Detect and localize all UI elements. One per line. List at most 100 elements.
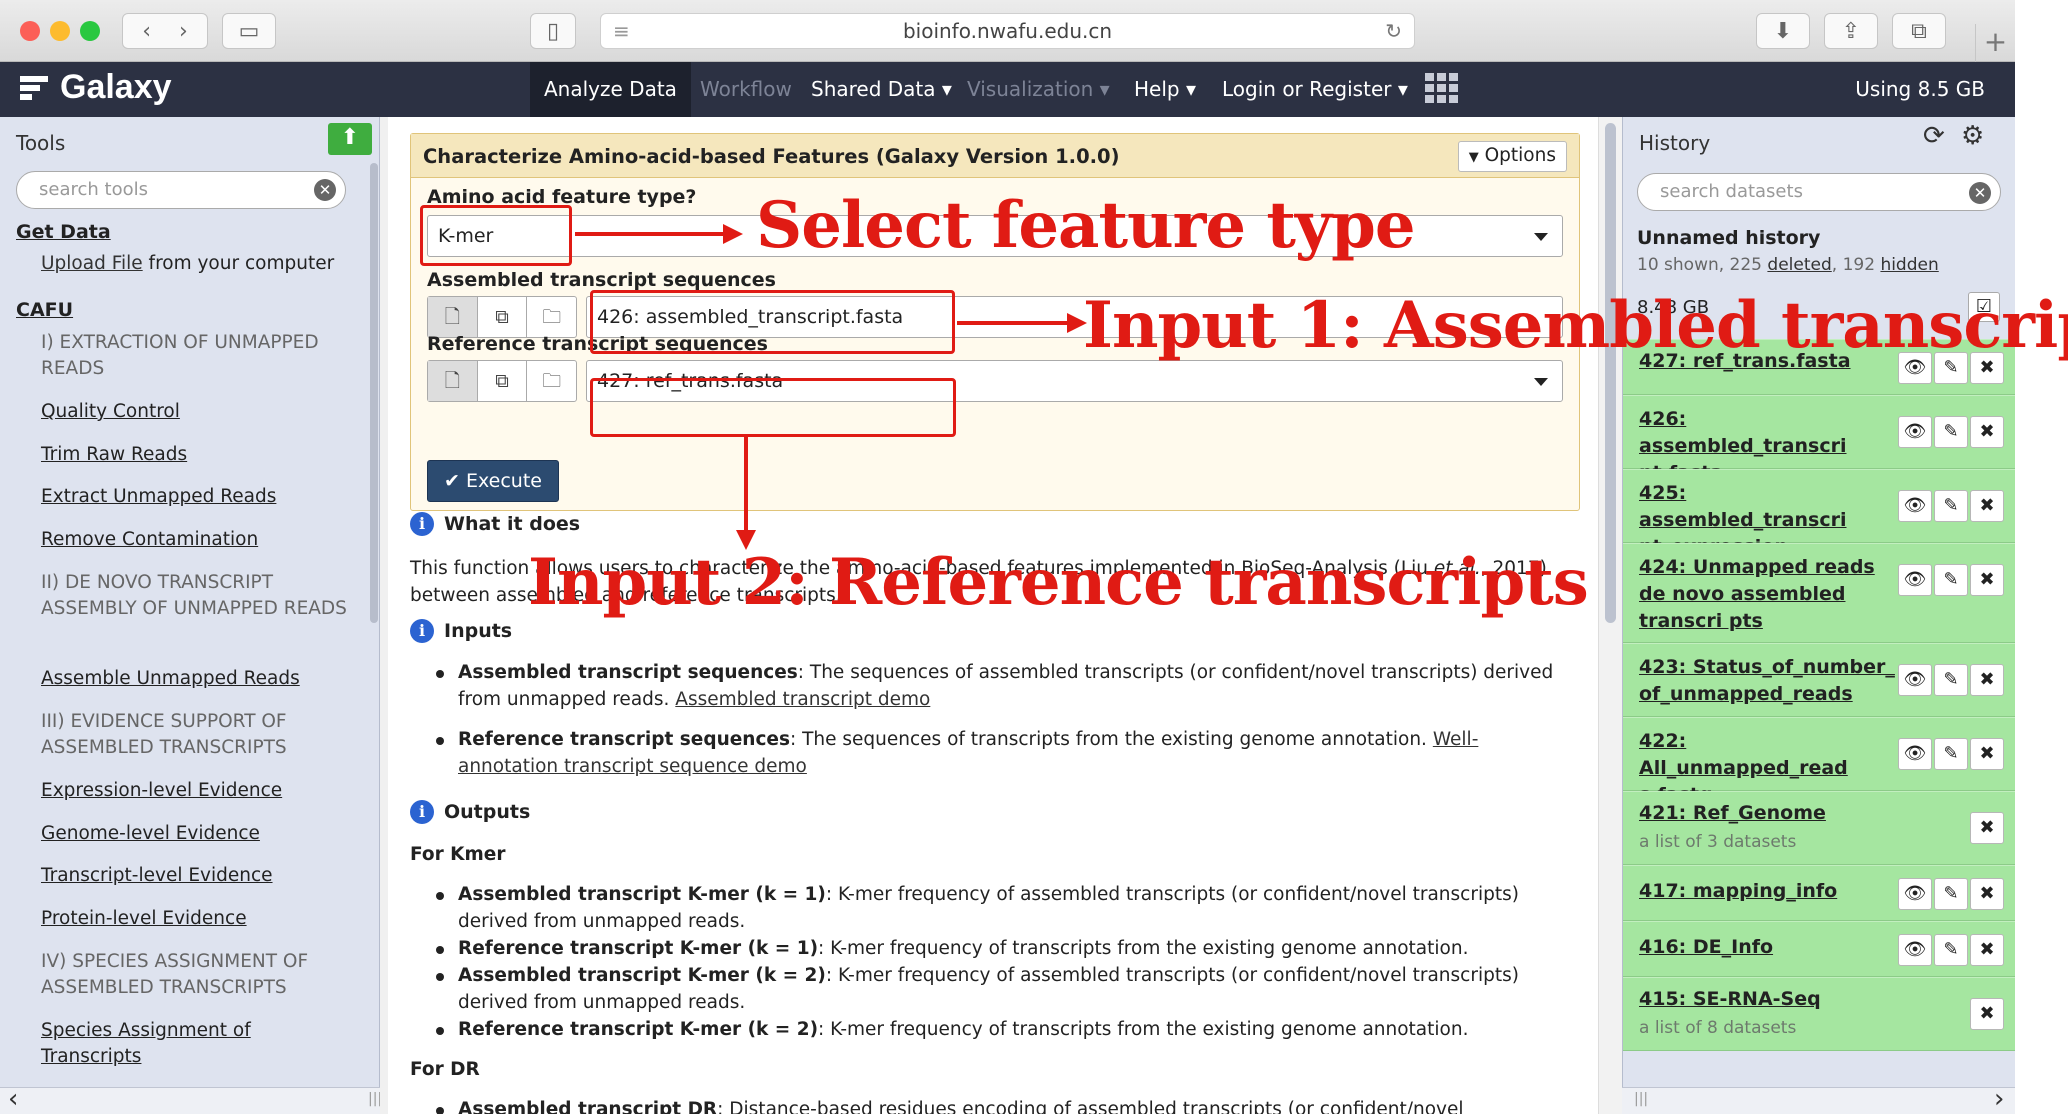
- collection-folder-icon[interactable]: 🗀: [527, 361, 576, 401]
- sidebar-toggle-button[interactable]: ▭: [222, 13, 276, 49]
- collapse-right-icon[interactable]: ›: [1994, 1084, 2004, 1114]
- refresh-icon[interactable]: ⟳: [1923, 121, 1945, 151]
- gear-icon[interactable]: ⚙: [1961, 121, 1984, 151]
- single-dataset-icon[interactable]: 🗋: [428, 361, 478, 401]
- eye-icon[interactable]: 👁: [1898, 664, 1932, 696]
- history-item-title[interactable]: 415: SE-RNA-Seq: [1639, 986, 1821, 1013]
- history-item[interactable]: 417: mapping_info 👁 ✎ ✖: [1623, 865, 2015, 921]
- drag-handle-icon[interactable]: |||: [1634, 1091, 1648, 1107]
- nav-visualization[interactable]: Visualization ▾: [953, 62, 1124, 117]
- zoom-window-button[interactable]: [80, 21, 100, 41]
- section-cafu[interactable]: CAFU: [16, 297, 73, 323]
- tool-genome-evidence[interactable]: Genome-level Evidence: [41, 821, 260, 847]
- reload-icon[interactable]: ↻: [1385, 19, 1402, 43]
- history-item-title[interactable]: 416: DE_Info: [1639, 934, 1773, 961]
- history-item[interactable]: 421: Ref_Genome a list of 3 datasets ✖: [1623, 791, 2015, 865]
- delete-x-icon[interactable]: ✖: [1970, 490, 2004, 522]
- delete-x-icon[interactable]: ✖: [1970, 998, 2004, 1030]
- single-dataset-icon[interactable]: 🗋: [428, 297, 478, 337]
- history-item[interactable]: 426: assembled_transcri pt.fasta👁✎✖: [1623, 395, 2015, 484]
- tool-trim-raw-reads[interactable]: Trim Raw Reads: [41, 442, 187, 468]
- close-window-button[interactable]: [20, 21, 40, 41]
- tabs-button[interactable]: ⧉: [1892, 13, 1946, 49]
- history-item[interactable]: 423: Status_of_number_ of_unmapped_reads…: [1623, 643, 2015, 717]
- downloads-button[interactable]: ⬇: [1756, 13, 1810, 49]
- apps-grid-icon[interactable]: [1425, 73, 1459, 109]
- back-forward-buttons[interactable]: ‹ ›: [122, 13, 208, 49]
- history-name[interactable]: Unnamed history: [1637, 227, 1820, 249]
- multiple-datasets-icon[interactable]: ⧉: [478, 297, 528, 337]
- eye-icon[interactable]: 👁: [1898, 878, 1932, 910]
- tool-quality-control[interactable]: Quality Control: [41, 399, 180, 425]
- history-item[interactable]: 424: Unmapped reads de novo assembled tr…: [1623, 543, 2015, 643]
- new-tab-button[interactable]: +: [1975, 24, 2015, 62]
- pencil-icon[interactable]: ✎: [1934, 664, 1968, 696]
- delete-x-icon[interactable]: ✖: [1970, 878, 2004, 910]
- minimize-window-button[interactable]: [50, 21, 70, 41]
- eye-icon[interactable]: 👁: [1898, 564, 1932, 596]
- eye-icon[interactable]: 👁: [1898, 738, 1932, 770]
- nav-login-register[interactable]: Login or Register ▾: [1208, 62, 1422, 117]
- pencil-icon[interactable]: ✎: [1934, 878, 1968, 910]
- input-mode-group-1[interactable]: 🗋 ⧉ 🗀: [427, 296, 577, 338]
- execute-button[interactable]: ✔ Execute: [427, 460, 559, 502]
- center-scrollbar-thumb[interactable]: [1605, 123, 1616, 623]
- pencil-icon[interactable]: ✎: [1934, 934, 1968, 966]
- history-item[interactable]: 422: All_unmapped_read s.fastq👁✎✖: [1623, 717, 2015, 806]
- tool-species-assignment[interactable]: Species Assignment of Transcripts: [41, 1018, 281, 1070]
- dataset-search-input[interactable]: search datasets: [1637, 173, 2001, 211]
- history-item-title[interactable]: 421: Ref_Genome: [1639, 800, 1826, 827]
- reader-button[interactable]: ▯: [530, 13, 576, 49]
- tool-remove-contamination[interactable]: Remove Contamination: [41, 527, 258, 553]
- pencil-icon[interactable]: ✎: [1934, 738, 1968, 770]
- delete-x-icon[interactable]: ✖: [1970, 934, 2004, 966]
- clear-dataset-search-icon[interactable]: ✕: [1969, 182, 1991, 204]
- share-button[interactable]: ⇪: [1824, 13, 1878, 49]
- tool-expression-evidence[interactable]: Expression-level Evidence: [41, 778, 282, 804]
- hidden-link[interactable]: hidden: [1880, 255, 1938, 275]
- tool-transcript-evidence[interactable]: Transcript-level Evidence: [41, 863, 273, 889]
- deleted-link[interactable]: deleted: [1767, 255, 1831, 275]
- eye-icon[interactable]: 👁: [1898, 416, 1932, 448]
- nav-workflow[interactable]: Workflow: [686, 62, 806, 117]
- nav-analyze-data[interactable]: Analyze Data: [530, 62, 691, 117]
- upload-button[interactable]: ⬆: [328, 123, 372, 155]
- pencil-icon[interactable]: ✎: [1934, 416, 1968, 448]
- tool-search-input[interactable]: search tools: [16, 171, 346, 209]
- options-button[interactable]: ▼ Options: [1457, 141, 1567, 172]
- tool-protein-evidence[interactable]: Protein-level Evidence: [41, 906, 247, 932]
- tool-assemble-unmapped-reads[interactable]: Assemble Unmapped Reads: [41, 666, 300, 692]
- nav-help[interactable]: Help ▾: [1120, 62, 1210, 117]
- history-item-title[interactable]: 423: Status_of_number_ of_unmapped_reads: [1639, 654, 1899, 708]
- galaxy-brand[interactable]: Galaxy: [20, 68, 172, 107]
- history-item[interactable]: 425: assembled_transcri pt_expression👁✎✖: [1623, 469, 2015, 558]
- delete-x-icon[interactable]: ✖: [1970, 664, 2004, 696]
- clear-search-icon[interactable]: ✕: [314, 179, 336, 201]
- eye-icon[interactable]: 👁: [1898, 934, 1932, 966]
- collapse-left-icon[interactable]: ‹: [8, 1084, 18, 1114]
- tool-extract-unmapped-reads[interactable]: Extract Unmapped Reads: [41, 484, 276, 510]
- delete-x-icon[interactable]: ✖: [1970, 564, 2004, 596]
- delete-x-icon[interactable]: ✖: [1970, 738, 2004, 770]
- history-item-title[interactable]: 424: Unmapped reads de novo assembled tr…: [1639, 554, 1899, 635]
- section-get-data[interactable]: Get Data: [16, 219, 111, 245]
- left-divider[interactable]: [380, 117, 388, 1114]
- multiple-datasets-icon[interactable]: ⧉: [478, 361, 528, 401]
- tool-panel-scrollbar[interactable]: [370, 163, 378, 623]
- delete-x-icon[interactable]: ✖: [1970, 416, 2004, 448]
- upload-file-link[interactable]: Upload File: [41, 253, 143, 274]
- assembled-demo-link[interactable]: Assembled transcript demo: [675, 689, 930, 710]
- delete-x-icon[interactable]: ✖: [1970, 812, 2004, 844]
- pencil-icon[interactable]: ✎: [1934, 564, 1968, 596]
- eye-icon[interactable]: 👁: [1898, 490, 1932, 522]
- address-bar[interactable]: ≡ bioinfo.nwafu.edu.cn ↻: [600, 13, 1415, 49]
- history-item[interactable]: 416: DE_Info 👁 ✎ ✖: [1623, 921, 2015, 977]
- history-item[interactable]: 415: SE-RNA-Seq a list of 8 datasets ✖: [1623, 977, 2015, 1051]
- back-icon[interactable]: ‹: [142, 19, 151, 44]
- forward-icon[interactable]: ›: [179, 19, 188, 44]
- pencil-icon[interactable]: ✎: [1934, 490, 1968, 522]
- nav-shared-data[interactable]: Shared Data ▾: [797, 62, 966, 117]
- input-mode-group-2[interactable]: 🗋 ⧉ 🗀: [427, 360, 577, 402]
- collection-folder-icon[interactable]: 🗀: [527, 297, 576, 337]
- history-item-title[interactable]: 417: mapping_info: [1639, 878, 1837, 905]
